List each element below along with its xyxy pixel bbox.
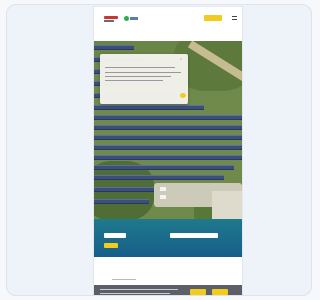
dialog-text-line [105,76,171,78]
search-input-1[interactable] [104,233,126,238]
dialog-confirm-button[interactable] [180,93,186,98]
dialog-text-line [105,80,163,82]
cookie-accept-button[interactable] [190,289,206,295]
site-header [94,7,242,35]
main-nav [94,33,242,39]
brand-logo-subline [104,20,114,22]
cookie-text-line [100,289,178,291]
page-screenshot: × [94,7,242,295]
search-section [94,219,242,257]
section-divider [112,279,136,280]
cookie-more-button[interactable] [212,289,228,295]
dialog-text-line [105,67,175,69]
preview-card: × [6,4,312,296]
vehicle [160,187,166,191]
info-dialog: × [100,54,188,104]
search-input-2[interactable] [170,233,218,238]
partner-logo [124,16,138,21]
brand-logo[interactable] [104,16,118,19]
cookie-banner [94,285,242,295]
search-button[interactable] [104,243,118,248]
hero-solar-farm-image: × [94,41,242,219]
menu-icon[interactable] [232,16,237,20]
cookie-text-line [100,293,170,295]
dialog-text-line [105,72,181,74]
vehicle [160,195,166,199]
header-cta-button[interactable] [204,15,222,21]
close-icon[interactable]: × [180,57,182,61]
